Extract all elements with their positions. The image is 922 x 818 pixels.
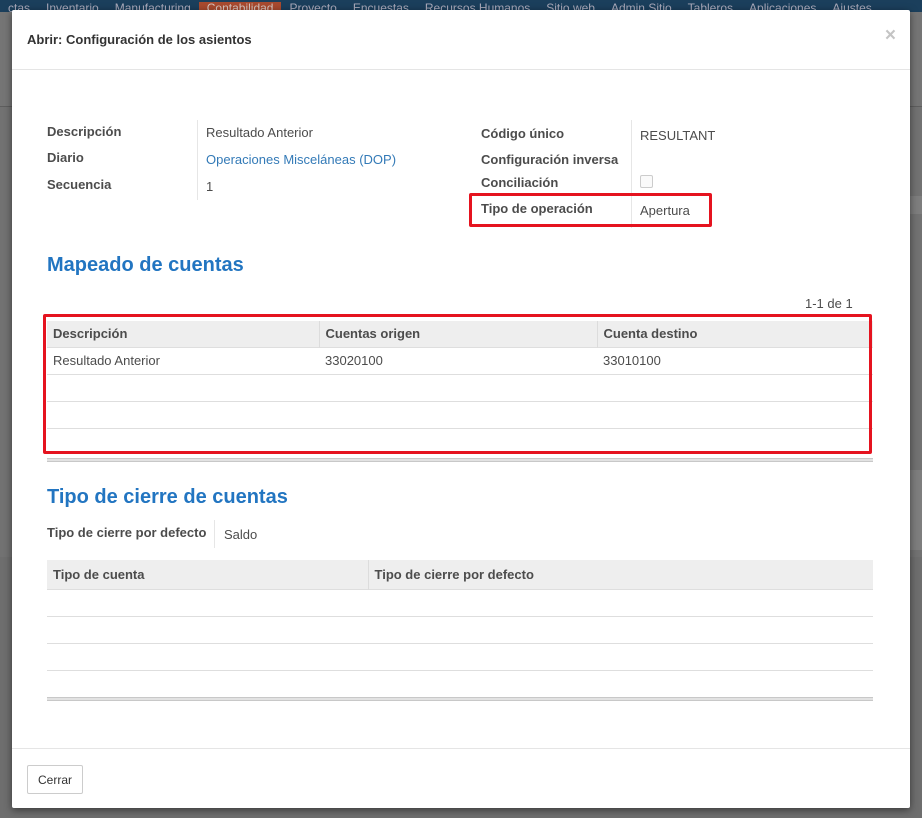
close-icon[interactable]: × [885, 26, 896, 46]
column-header[interactable]: Tipo de cuenta [47, 560, 368, 589]
reconciliation-checkbox[interactable] [640, 175, 653, 188]
dialog-title: Abrir: Configuración de los asientos [27, 32, 252, 47]
sequence-value[interactable]: 1 [206, 179, 213, 194]
table-row-empty [47, 588, 873, 616]
column-header[interactable]: Tipo de cierre por defecto [367, 560, 873, 589]
close-button[interactable]: Cerrar [27, 765, 84, 794]
unique-code-label: Código único [481, 126, 565, 141]
description-label: Descripción [47, 124, 122, 139]
journal-label: Diario [47, 150, 84, 165]
dialog-header: Abrir: Configuración de los asientos × [12, 10, 910, 70]
operation-type-highlight [469, 193, 712, 227]
table-footer [47, 697, 873, 701]
dialog-footer: Cerrar [12, 748, 910, 808]
mapping-section-title: Mapeado de cuentas [47, 254, 244, 276]
closing-table: Tipo de cuenta Tipo de cierre por defect… [47, 560, 873, 697]
unique-code-value[interactable]: RESULTANT [640, 128, 715, 143]
reconciliation-label: Conciliación [481, 175, 559, 190]
closing-section-title: Tipo de cierre de cuentas [47, 486, 288, 508]
table-row-empty [47, 642, 873, 670]
default-closing-value[interactable]: Saldo [224, 527, 257, 542]
mapping-table-highlight [43, 314, 872, 454]
journal-link[interactable]: Operaciones Misceláneas (DOP) [206, 152, 396, 167]
table-row-empty [47, 615, 873, 643]
config-dialog: Abrir: Configuración de los asientos × D… [12, 10, 910, 808]
table-footer [47, 458, 873, 462]
pager-value[interactable]: 1-1 de 1 [805, 296, 853, 311]
inverse-config-label: Configuración inversa [481, 152, 619, 167]
sequence-label: Secuencia [47, 177, 112, 192]
table-row-empty [47, 669, 873, 697]
table-header-row: Tipo de cuenta Tipo de cierre por defect… [47, 560, 873, 589]
default-closing-label: Tipo de cierre por defecto [47, 525, 207, 540]
description-value[interactable]: Resultado Anterior [206, 125, 313, 140]
